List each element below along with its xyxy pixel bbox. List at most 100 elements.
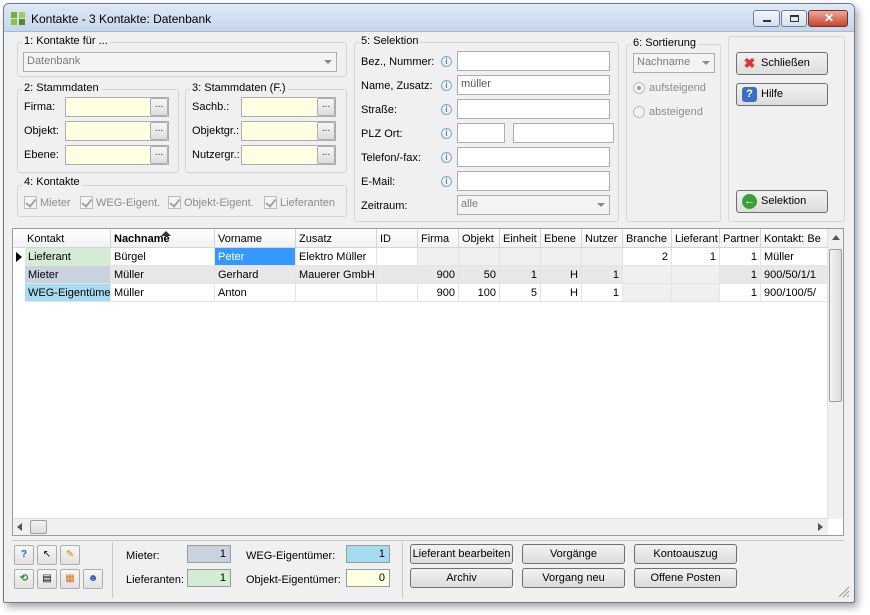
- col-header-kontakt[interactable]: Kontakt: [13, 229, 111, 248]
- info-icon[interactable]: i: [441, 128, 452, 139]
- users-icon[interactable]: ☻: [83, 569, 103, 589]
- horizontal-scrollbar[interactable]: [13, 518, 828, 535]
- vertical-scroll-thumb[interactable]: [829, 249, 842, 402]
- plz-input[interactable]: [457, 123, 505, 143]
- col-header-lieferant[interactable]: Lieferant: [672, 229, 720, 248]
- cell-objekt[interactable]: 50: [459, 266, 500, 284]
- cell-ebene[interactable]: [541, 248, 582, 266]
- cell-kontakt[interactable]: WEG-Eigentümer: [25, 284, 111, 302]
- cell-zusatz[interactable]: Mauerer GmbH: [296, 266, 377, 284]
- vorgaenge-button[interactable]: Vorgänge: [522, 544, 625, 564]
- info-icon[interactable]: i: [441, 152, 452, 163]
- ebene-browse-button[interactable]: ...: [150, 146, 168, 164]
- telefon-input[interactable]: [457, 147, 610, 167]
- print-icon[interactable]: ▤: [37, 569, 57, 589]
- cell-kontakt[interactable]: Lieferant: [25, 248, 111, 266]
- cell-lieferant[interactable]: [672, 266, 720, 284]
- objekt-browse-button[interactable]: ...: [150, 122, 168, 140]
- cell-nachname[interactable]: Bürgel: [111, 248, 215, 266]
- cell-firma[interactable]: [418, 248, 459, 266]
- cell-id[interactable]: [377, 266, 418, 284]
- scroll-right-icon[interactable]: [818, 523, 823, 531]
- scroll-left-icon[interactable]: [17, 523, 22, 531]
- cell-vorname[interactable]: Gerhard: [215, 266, 296, 284]
- cell-nutzer[interactable]: 1: [582, 266, 623, 284]
- help-icon[interactable]: ?: [14, 545, 34, 565]
- cell-partner[interactable]: 1: [720, 266, 761, 284]
- cell-objekt[interactable]: [459, 248, 500, 266]
- cell-zusatz[interactable]: [296, 284, 377, 302]
- cell-nutzer[interactable]: [582, 248, 623, 266]
- info-icon[interactable]: i: [441, 56, 452, 67]
- objektgr-browse-button[interactable]: ...: [317, 122, 335, 140]
- col-header-id[interactable]: ID: [377, 229, 418, 248]
- sachb-browse-button[interactable]: ...: [317, 98, 335, 116]
- minimize-button[interactable]: [753, 10, 780, 27]
- table-row[interactable]: Lieferant Bürgel Peter Elektro Müller 2 …: [13, 248, 828, 266]
- scroll-up-icon[interactable]: [832, 235, 840, 240]
- info-icon[interactable]: i: [441, 80, 452, 91]
- cell-zusatz[interactable]: Elektro Müller: [296, 248, 377, 266]
- mieter-checkbox[interactable]: Mieter: [24, 196, 71, 212]
- cell-einheit[interactable]: 1: [500, 266, 541, 284]
- col-header-zusatz[interactable]: Zusatz: [296, 229, 377, 248]
- maximize-button[interactable]: [781, 10, 807, 27]
- ort-input[interactable]: [513, 123, 614, 143]
- cell-objekt[interactable]: 100: [459, 284, 500, 302]
- col-header-nutzer[interactable]: Nutzer: [582, 229, 623, 248]
- cell-branche[interactable]: 2: [623, 248, 672, 266]
- cell-einheit[interactable]: [500, 248, 541, 266]
- sortierung-select[interactable]: Nachname: [633, 53, 715, 73]
- col-header-partner[interactable]: Partner: [720, 229, 761, 248]
- name-input[interactable]: müller: [457, 75, 610, 95]
- cursor-icon[interactable]: ↖: [37, 545, 57, 565]
- cell-vorname[interactable]: Peter: [215, 248, 296, 266]
- col-header-firma[interactable]: Firma: [418, 229, 459, 248]
- objekt-eigent-checkbox[interactable]: Objekt-Eigent.: [168, 196, 254, 212]
- offene-posten-button[interactable]: Offene Posten: [634, 568, 737, 588]
- cell-partner[interactable]: 1: [720, 284, 761, 302]
- cell-lieferant[interactable]: [672, 284, 720, 302]
- selektion-button[interactable]: ← Selektion: [736, 190, 828, 213]
- info-icon[interactable]: i: [441, 104, 452, 115]
- firma-browse-button[interactable]: ...: [150, 98, 168, 116]
- cell-kontakt-be[interactable]: 900/50/1/1: [761, 266, 828, 284]
- absteigend-radio[interactable]: absteigend: [633, 106, 703, 118]
- cell-kontakt[interactable]: Mieter: [25, 266, 111, 284]
- calculator-icon[interactable]: ▦: [60, 569, 80, 589]
- kontakte-fuer-select[interactable]: Datenbank: [23, 52, 337, 72]
- cell-kontakt-be[interactable]: Müller: [761, 248, 828, 266]
- col-header-einheit[interactable]: Einheit: [500, 229, 541, 248]
- vorgang-neu-button[interactable]: Vorgang neu: [522, 568, 625, 588]
- cell-ebene[interactable]: H: [541, 284, 582, 302]
- cell-id[interactable]: [377, 284, 418, 302]
- col-header-vorname[interactable]: Vorname: [215, 229, 296, 248]
- cell-firma[interactable]: 900: [418, 284, 459, 302]
- weg-checkbox[interactable]: WEG-Eigent.: [80, 196, 160, 212]
- horizontal-scroll-thumb[interactable]: [30, 520, 47, 534]
- cell-partner[interactable]: 1: [720, 248, 761, 266]
- cell-ebene[interactable]: H: [541, 266, 582, 284]
- resize-grip-icon[interactable]: [836, 584, 850, 598]
- cell-vorname[interactable]: Anton: [215, 284, 296, 302]
- archiv-button[interactable]: Archiv: [410, 568, 513, 588]
- col-header-branche[interactable]: Branche: [623, 229, 672, 248]
- cell-branche[interactable]: [623, 266, 672, 284]
- info-icon[interactable]: i: [441, 176, 452, 187]
- lieferanten-checkbox[interactable]: Lieferanten: [264, 196, 335, 212]
- nutzergr-browse-button[interactable]: ...: [317, 146, 335, 164]
- cell-einheit[interactable]: 5: [500, 284, 541, 302]
- cell-nutzer[interactable]: 1: [582, 284, 623, 302]
- aufsteigend-radio[interactable]: aufsteigend: [633, 82, 706, 94]
- cell-branche[interactable]: [623, 284, 672, 302]
- col-header-objekt[interactable]: Objekt: [459, 229, 500, 248]
- col-header-kontakt-be[interactable]: Kontakt: Be: [761, 229, 828, 248]
- hilfe-button[interactable]: ? Hilfe: [736, 83, 828, 106]
- refresh-icon[interactable]: ⟲: [14, 569, 34, 589]
- kontoauszug-button[interactable]: Kontoauszug: [634, 544, 737, 564]
- col-header-ebene[interactable]: Ebene: [541, 229, 582, 248]
- cell-lieferant[interactable]: 1: [672, 248, 720, 266]
- bez-input[interactable]: [457, 51, 610, 71]
- vertical-scrollbar[interactable]: [827, 229, 843, 519]
- cell-id[interactable]: [377, 248, 418, 266]
